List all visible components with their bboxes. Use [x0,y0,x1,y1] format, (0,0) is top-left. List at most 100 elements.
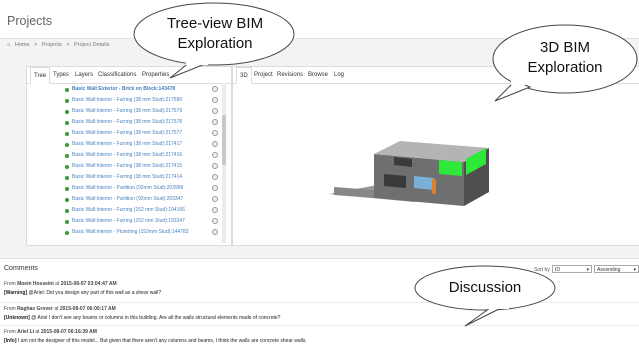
eye-icon[interactable] [212,152,218,158]
tree-item-label[interactable]: Basic Wall:Interior - Furring (38 mm Stu… [72,130,182,136]
tree-item-label[interactable]: Basic Wall:Interior - Furring (38 mm Stu… [72,97,182,103]
comment-time: 2015-08-07 03:04:47 AM [60,281,117,287]
comments-title: Comments [4,265,38,272]
eye-icon[interactable] [212,130,218,136]
comment-text: I am not the designer of this model... B… [17,338,307,344]
tree-item[interactable]: Basic Wall:Interior - Furring (38 mm Stu… [27,95,231,106]
bullet-icon [65,154,69,158]
eye-icon[interactable] [212,141,218,147]
building-door-orange [432,179,436,194]
tab-layers[interactable]: Layers [72,67,96,83]
tree-item[interactable]: Basic Wall:Interior - Furring (38 mm Stu… [27,150,231,161]
breadcrumb-home[interactable]: Home [15,42,30,48]
eye-icon[interactable] [212,97,218,103]
eye-icon[interactable] [212,218,218,224]
eye-icon[interactable] [212,119,218,125]
eye-icon[interactable] [212,108,218,114]
eye-icon[interactable] [212,207,218,213]
tree-item-label[interactable]: Basic Wall:Interior - Furring (152 mm St… [72,218,185,224]
comment-text: @ Ariel I don't see any beams or columns… [31,315,281,321]
tree-item[interactable]: Basic Wall:Interior - Furring (38 mm Stu… [27,139,231,150]
bim-3d-callout-text: 3D BIM Exploration [495,38,635,78]
comment-author[interactable]: Moein Hosseini [17,281,54,287]
bullet-icon [65,110,69,114]
tree-item[interactable]: Basic Wall:Interior - Furring (38 mm Stu… [27,117,231,128]
comment-tag: [Warning] [4,290,28,296]
comment-author[interactable]: Ariel Li [17,329,34,335]
callout-pointer-mask [511,79,533,85]
tree-item[interactable]: Basic Wall:Interior - Furring (38 mm Stu… [27,128,231,139]
tree-item[interactable]: Basic Wall:Interior - Partition (92mm St… [27,183,231,194]
tree-item[interactable]: Basic Wall:Exterior - Brick on Block:143… [27,84,231,95]
comment-body: [Warning] @Ariel: Did you design any par… [4,290,161,296]
tree-item-label[interactable]: Basic Wall:Interior - Furring (38 mm Stu… [72,119,182,125]
tree-item-label[interactable]: Basic Wall:Interior - Partition (92mm St… [72,196,183,202]
tree-item-label[interactable]: Basic Wall:Interior - Plumbing (152mm St… [72,229,189,235]
bullet-icon [65,231,69,235]
callout-line: Discussion [448,279,522,296]
comment-from: From [4,306,16,312]
3d-viewer-canvas[interactable] [234,84,639,244]
tree-item-label[interactable]: Basic Wall:Interior - Furring (38 mm Stu… [72,141,182,147]
tree-item[interactable]: Basic Wall:Interior - Furring (152 mm St… [27,205,231,216]
home-icon[interactable]: ⌂ [7,42,10,48]
eye-icon[interactable] [212,229,218,235]
breadcrumb-projects[interactable]: Projects [42,42,62,48]
bullet-icon [65,198,69,202]
bullet-icon [65,99,69,103]
page-title: Projects [7,14,53,28]
comment-from: From [4,329,16,335]
bullet-icon [65,88,69,92]
tree-item-label[interactable]: Basic Wall:Interior - Furring (152 mm St… [72,207,185,213]
tree-scroll-thumb[interactable] [222,115,226,165]
sort-order-select[interactable]: Ascending ▾ [594,265,639,273]
eye-icon[interactable] [212,174,218,180]
bullet-icon [65,187,69,191]
callout-line: Tree-view BIM [166,15,264,32]
tree-item[interactable]: Basic Wall:Interior - Furring (38 mm Stu… [27,161,231,172]
eye-icon[interactable] [212,86,218,92]
comment-from: From [4,281,16,287]
tree-view-callout-text: Tree-view BIM Exploration [140,14,290,54]
bullet-icon [65,165,69,169]
comment-author[interactable]: Raghav Grover [17,306,53,312]
comment: From Moein Hosseini at 2015-08-07 03:04:… [4,281,161,296]
breadcrumb-separator: > [34,42,38,48]
tree-item-label[interactable]: Basic Wall:Interior - Partition (92mm St… [72,185,183,191]
tab-tree[interactable]: Tree [30,67,51,84]
comment: From Raghav Grover at 2015-08-07 06:00:1… [4,306,280,321]
tree-item-label[interactable]: Basic Wall:Exterior - Brick on Block:143… [72,86,175,92]
tree-item[interactable]: Basic Wall:Interior - Furring (38 mm Stu… [27,106,231,117]
building-window [384,174,406,188]
discussion-callout-text: Discussion [415,278,555,298]
tree-item-label[interactable]: Basic Wall:Interior - Furring (38 mm Stu… [72,152,182,158]
comment-body: [Unknown] @ Ariel I don't see any beams … [4,315,280,321]
tree-item-label[interactable]: Basic Wall:Interior - Furring (38 mm Stu… [72,174,182,180]
comment-time: 2015-08-07 06:00:17 AM [59,306,116,312]
tree-item-label[interactable]: Basic Wall:Interior - Furring (38 mm Stu… [72,108,182,114]
callout-line: Exploration [527,59,603,76]
callout-line: 3D BIM [539,39,590,56]
chevron-down-icon: ▾ [586,267,589,273]
comment-time: 2015-08-07 06:16:39 AM [40,329,97,335]
sort-order-value: Ascending [597,267,621,273]
tree-item[interactable]: Basic Wall:Interior - Partition (92mm St… [27,194,231,205]
comment-tag: [Info] [4,338,17,344]
tree-item[interactable]: Basic Wall:Interior - Plumbing (152mm St… [27,227,231,238]
bullet-icon [65,176,69,180]
eye-icon[interactable] [212,163,218,169]
comment-meta: From Raghav Grover at 2015-08-07 06:00:1… [4,306,280,312]
tree-item[interactable]: Basic Wall:Interior - Furring (152 mm St… [27,216,231,227]
tree-item-label[interactable]: Basic Wall:Interior - Furring (38 mm Stu… [72,163,182,169]
breadcrumb-separator: > [66,42,70,48]
comment-meta: From Ariel Li at 2015-08-07 06:16:39 AM [4,329,307,335]
callout-line: Exploration [177,35,253,52]
tree-item[interactable]: Basic Wall:Interior - Furring (38 mm Stu… [27,172,231,183]
tab-log[interactable]: Log [331,67,347,83]
comment-at: at [54,306,59,312]
bullet-icon [65,220,69,224]
tab-types[interactable]: Types [50,67,72,83]
eye-icon[interactable] [212,185,218,191]
bim-building-model[interactable] [234,84,639,244]
eye-icon[interactable] [212,196,218,202]
